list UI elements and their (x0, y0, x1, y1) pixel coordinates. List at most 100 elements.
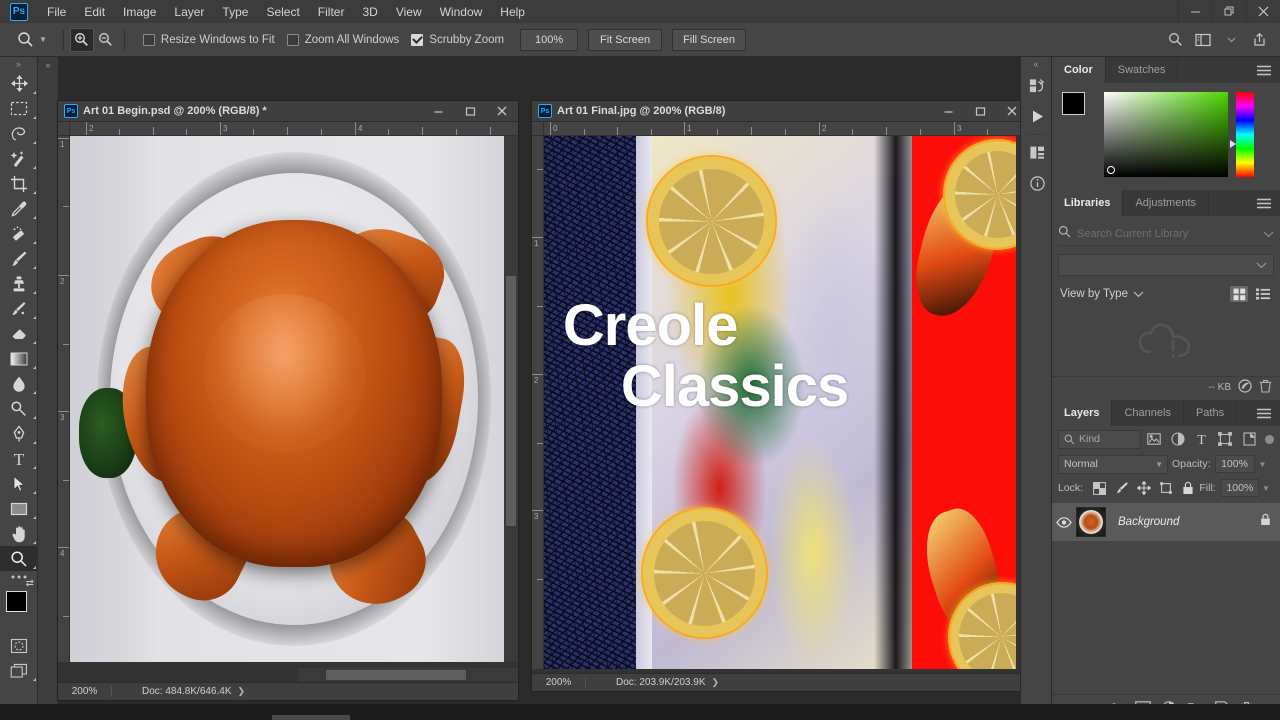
horizontal-ruler[interactable]: 0 1 2 3 (544, 122, 1028, 136)
eye-icon[interactable] (1052, 516, 1076, 528)
zoom-all-windows-checkbox[interactable]: Zoom All Windows (286, 33, 399, 46)
tab-channels[interactable]: Channels (1112, 400, 1184, 426)
eyedropper-tool[interactable] (0, 196, 38, 221)
properties-icon[interactable] (1021, 138, 1053, 168)
document-minimize-button[interactable] (422, 101, 454, 122)
panel-menu-icon[interactable] (1248, 400, 1280, 426)
menu-item-3d[interactable]: 3D (353, 2, 386, 22)
lock-icon[interactable] (1260, 513, 1271, 531)
hand-tool[interactable] (0, 521, 38, 546)
filter-type-icon[interactable]: T (1191, 430, 1213, 449)
chevron-down-icon[interactable] (1263, 225, 1274, 243)
creative-cloud-sync-icon[interactable] (1238, 379, 1252, 396)
zoom-tool[interactable] (0, 546, 38, 571)
resize-windows-to-fit-checkbox[interactable]: Resize Windows to Fit (142, 33, 275, 46)
tool-preset-chevron-down-icon[interactable]: ▼ (39, 35, 47, 44)
eraser-tool[interactable] (0, 321, 38, 346)
screen-mode-button[interactable] (0, 658, 38, 683)
document-title-bar[interactable]: Ps Art 01 Begin.psd @ 200% (RGB/8) * (58, 101, 518, 122)
menu-item-layer[interactable]: Layer (165, 2, 213, 22)
filter-pixel-icon[interactable] (1143, 430, 1165, 449)
zoom-out-button[interactable] (94, 28, 118, 52)
document-close-button[interactable] (486, 101, 518, 122)
library-search-row[interactable]: Search Current Library (1058, 222, 1274, 246)
menu-item-help[interactable]: Help (491, 2, 534, 22)
collapse-handle-icon[interactable]: » (38, 57, 58, 70)
scrollbar-thumb[interactable] (506, 276, 516, 526)
tab-swatches[interactable]: Swatches (1105, 57, 1179, 83)
spot-healing-brush-tool[interactable] (0, 221, 38, 246)
chevron-down-icon[interactable] (1218, 28, 1244, 52)
layer-thumbnail[interactable] (1076, 507, 1106, 537)
zoom-in-button[interactable] (69, 27, 94, 52)
path-selection-tool[interactable] (0, 471, 38, 496)
vertical-ruler[interactable]: 1 2 3 (532, 136, 544, 669)
vertical-ruler[interactable]: 1 2 3 4 (58, 136, 70, 662)
menu-item-image[interactable]: Image (114, 2, 165, 22)
crop-tool[interactable] (0, 171, 38, 196)
filter-shape-icon[interactable] (1215, 430, 1237, 449)
zoom-level-field[interactable]: 200% (58, 686, 112, 697)
menu-item-window[interactable]: Window (431, 2, 492, 22)
opacity-field[interactable]: 100% (1214, 455, 1255, 473)
foreground-color-swatch[interactable] (1062, 92, 1085, 115)
document-vertical-scrollbar[interactable] (504, 136, 518, 662)
lock-all-icon[interactable] (1177, 479, 1198, 498)
rectangular-marquee-tool[interactable] (0, 96, 38, 121)
zoom-tool-icon[interactable] (14, 29, 36, 51)
layer-row-background[interactable]: Background (1052, 503, 1280, 541)
menu-item-type[interactable]: Type (213, 2, 257, 22)
fit-screen-button[interactable]: Fit Screen (588, 28, 663, 51)
foreground-color-swatch[interactable] (6, 591, 27, 612)
layer-name[interactable]: Background (1118, 516, 1179, 528)
toolbar-collapse-handle[interactable]: » (0, 57, 37, 71)
magic-wand-tool[interactable] (0, 146, 38, 171)
dock-collapse-handle[interactable]: « (1021, 57, 1051, 71)
lock-image-pixels-icon[interactable] (1111, 479, 1132, 498)
fill-chevron-down-icon[interactable]: ▼ (1262, 484, 1270, 493)
color-picker-marker[interactable] (1107, 166, 1115, 174)
gradient-tool[interactable] (0, 346, 38, 371)
dodge-tool[interactable] (0, 396, 38, 421)
workspace-arrange-icon[interactable] (1190, 28, 1216, 52)
list-view-icon[interactable] (1254, 286, 1272, 302)
layer-filter-kind-dropdown[interactable]: Kind (1058, 429, 1142, 449)
swap-colors-icon[interactable]: ⇄ (26, 578, 34, 589)
document-maximize-button[interactable] (454, 101, 486, 122)
lasso-tool[interactable] (0, 121, 38, 146)
hue-slider[interactable] (1230, 92, 1254, 177)
rectangle-tool[interactable] (0, 496, 38, 521)
menu-item-file[interactable]: File (38, 2, 75, 22)
grid-view-icon[interactable] (1230, 286, 1248, 302)
hue-slider-handle[interactable] (1230, 139, 1236, 148)
document-horizontal-scrollbar[interactable] (298, 668, 518, 682)
share-icon[interactable] (1246, 28, 1272, 52)
panel-menu-icon[interactable] (1248, 57, 1280, 83)
blur-tool[interactable] (0, 371, 38, 396)
document-title-bar[interactable]: Ps Art 01 Final.jpg @ 200% (RGB/8) (532, 101, 1028, 122)
fill-screen-button[interactable]: Fill Screen (672, 28, 747, 51)
lock-artboard-icon[interactable] (1155, 479, 1176, 498)
horizontal-ruler[interactable]: 2 3 4 (70, 122, 518, 136)
lock-transparent-pixels-icon[interactable] (1089, 479, 1110, 498)
scrubby-zoom-checkbox[interactable]: Scrubby Zoom (411, 33, 504, 46)
menu-item-filter[interactable]: Filter (309, 2, 354, 22)
fill-field[interactable]: 100% (1220, 479, 1260, 497)
filter-adjustment-icon[interactable] (1167, 430, 1189, 449)
document-minimize-button[interactable] (932, 101, 964, 122)
zoom-percent-field[interactable]: 100% (520, 28, 579, 51)
menu-item-view[interactable]: View (387, 2, 431, 22)
history-icon[interactable] (1021, 71, 1053, 101)
blend-mode-dropdown[interactable]: Normal ▼ (1058, 454, 1168, 474)
minimize-button[interactable] (1178, 0, 1212, 23)
quick-mask-button[interactable] (0, 633, 38, 658)
menu-item-select[interactable]: Select (257, 2, 308, 22)
color-picker-field[interactable] (1104, 92, 1228, 177)
document-maximize-button[interactable] (964, 101, 996, 122)
tab-libraries[interactable]: Libraries (1052, 190, 1124, 216)
type-tool[interactable]: T (0, 446, 38, 471)
chevron-down-icon[interactable] (1133, 285, 1144, 303)
panel-menu-icon[interactable] (1248, 190, 1280, 216)
tab-layers[interactable]: Layers (1052, 400, 1113, 426)
pen-tool[interactable] (0, 421, 38, 446)
